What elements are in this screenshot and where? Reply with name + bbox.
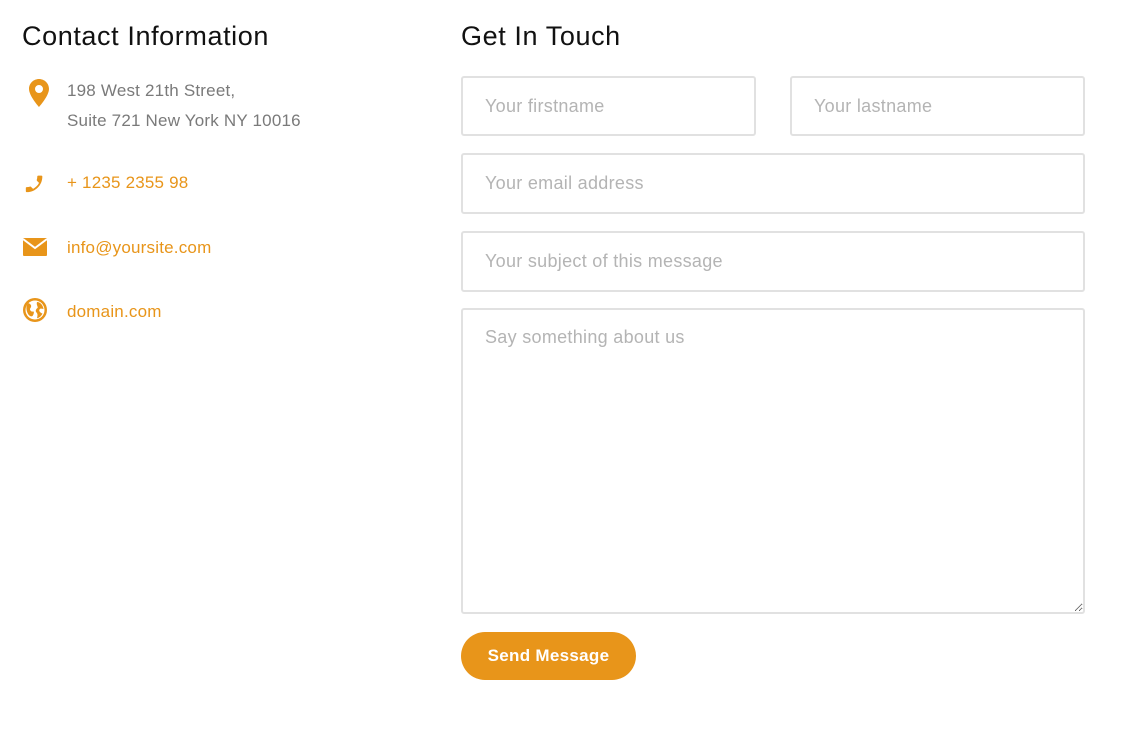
- phone-link[interactable]: + 1235 2355 98: [67, 168, 188, 198]
- get-in-touch-heading: Get In Touch: [461, 21, 621, 51]
- email-row: info@yoursite.com: [22, 234, 211, 260]
- phone-icon: [22, 170, 48, 196]
- firstname-input[interactable]: [461, 76, 756, 136]
- address-line-2: Suite 721 New York NY 10016: [67, 111, 301, 130]
- email-input[interactable]: [461, 153, 1085, 214]
- subject-input[interactable]: [461, 231, 1085, 292]
- lastname-input[interactable]: [790, 76, 1085, 136]
- envelope-icon: [22, 234, 48, 260]
- email-link[interactable]: info@yoursite.com: [67, 233, 211, 263]
- phone-row: + 1235 2355 98: [22, 170, 188, 196]
- address-row: 198 West 21th Street, Suite 721 New York…: [22, 76, 301, 130]
- map-pin-icon: [22, 76, 56, 110]
- website-row: domain.com: [22, 297, 161, 323]
- globe-icon: [22, 297, 48, 323]
- send-message-button[interactable]: Send Message: [461, 632, 636, 680]
- address-line-1: 198 West 21th Street,: [67, 81, 236, 100]
- website-link[interactable]: domain.com: [67, 297, 162, 327]
- contact-info-heading: Contact Information: [22, 21, 270, 51]
- message-textarea[interactable]: [461, 308, 1085, 614]
- address-text: 198 West 21th Street, Suite 721 New York…: [67, 76, 301, 136]
